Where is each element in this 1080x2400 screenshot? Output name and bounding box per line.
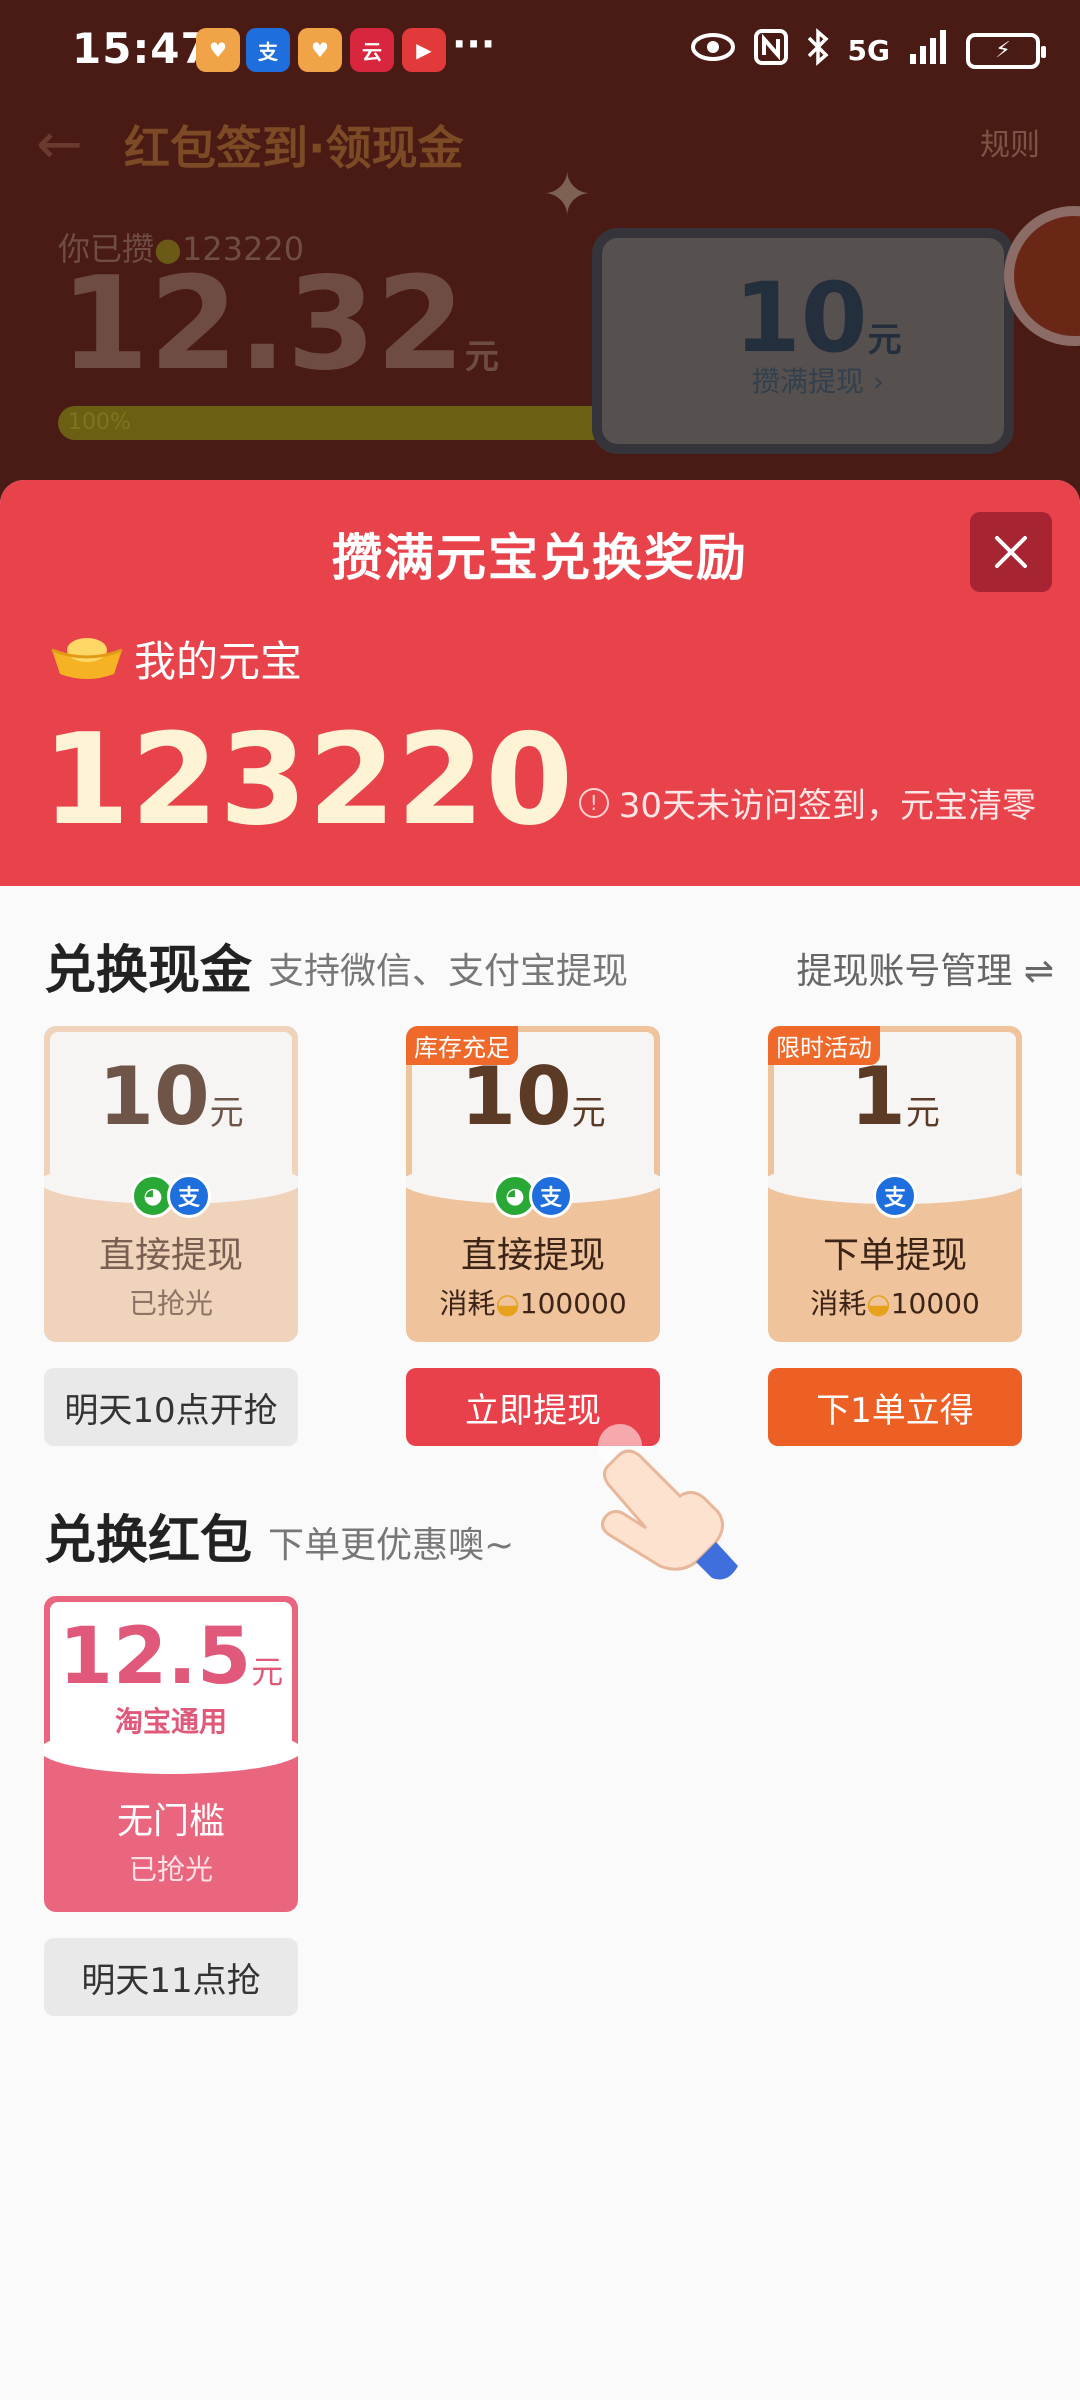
card-label: 直接提现: [460, 1235, 605, 1276]
bg-rules-link: 规则: [980, 128, 1040, 163]
pointing-hand-icon: [598, 1424, 738, 1580]
redpack-scope: 淘宝通用: [114, 1705, 227, 1738]
bg-amount: 12.32元: [60, 250, 499, 399]
taobao-app-icon-2: ♥: [298, 28, 342, 72]
bg-card-unit: 元: [867, 320, 902, 360]
signal-bars-icon: [908, 30, 948, 71]
sparkle-icon: ✦: [542, 160, 593, 230]
cost-prefix: 消耗: [810, 1287, 867, 1320]
expiry-notice-text: 30天未访问签到，元宝清零: [618, 786, 1036, 826]
card-cost: 消耗◒10000: [768, 1282, 1022, 1322]
redpack-amount-value: 12.5: [58, 1612, 252, 1702]
background-page: 15:47 ♥ 支 ♥ 云 ▶ ··· 5G ⚡ ← 红包签到·领现金 规则 你…: [0, 0, 1080, 520]
redpack-status: 已抢光: [128, 1853, 213, 1886]
cost-value: 100000: [519, 1287, 627, 1320]
cash-section-title: 兑换现金: [44, 941, 253, 1001]
bg-amount-unit: 元: [464, 337, 499, 377]
battery-charging-icon: ⚡: [966, 32, 1046, 69]
redpack-label: 无门槛: [116, 1801, 225, 1842]
cost-value: 10000: [890, 1287, 980, 1320]
cash-card-3[interactable]: 限时活动 1元 支 下单提现 消耗◒10000: [768, 1026, 1022, 1342]
modal-title: 攒满元宝兑换奖励: [332, 529, 748, 587]
payment-methods: ◕ 支: [406, 1174, 660, 1218]
redpack-card[interactable]: 12.5元 淘宝通用 无门槛 已抢光: [44, 1596, 298, 1912]
card-label: 直接提现: [98, 1235, 243, 1276]
redpack-section-subtitle: 下单更优惠噢~: [268, 1525, 515, 1566]
stock-badge: 库存充足: [406, 1026, 518, 1065]
small-ingot-icon: ◒: [495, 1287, 520, 1320]
small-ingot-icon: ◒: [866, 1287, 891, 1320]
my-ingot-label: 我的元宝: [134, 637, 303, 686]
card-status: 已抢光: [128, 1287, 213, 1320]
cash-section-subtitle: 支持微信、支付宝提现: [268, 951, 629, 992]
order-withdraw-button[interactable]: 下1单立得: [768, 1368, 1022, 1446]
bg-amount-value: 12.32: [60, 250, 465, 399]
bg-progress-bar: 100%: [58, 406, 618, 440]
limited-activity-badge: 限时活动: [768, 1026, 880, 1065]
close-icon: [995, 536, 1027, 568]
cost-prefix: 消耗: [439, 1287, 496, 1320]
nfc-icon: [753, 29, 788, 72]
redpack-amount: 12.5元: [44, 1612, 298, 1702]
back-arrow-icon: ←: [36, 112, 83, 177]
status-right-icons: 5G ⚡: [690, 28, 1046, 73]
video-app-icon: ▶: [402, 28, 446, 72]
cash-card-2[interactable]: 库存充足 10元 ◕ 支 直接提现 消耗◒100000: [406, 1026, 660, 1342]
bg-card-amount-value: 10: [734, 262, 868, 374]
alipay-icon: 支: [167, 1174, 211, 1218]
open-tomorrow-10-button[interactable]: 明天10点开抢: [44, 1368, 298, 1446]
eye-icon: [690, 32, 736, 69]
bg-page-title: 红包签到·领现金: [124, 121, 464, 175]
status-bar: 15:47 ♥ 支 ♥ 云 ▶ ··· 5G ⚡: [0, 0, 1080, 100]
redpack-amount-unit: 元: [251, 1653, 284, 1691]
exchange-modal: 攒满元宝兑换奖励 我的元宝 123220 ! 30天未访问签到，元宝清零 兑换现…: [0, 480, 1080, 2400]
open-tomorrow-11-button[interactable]: 明天11点抢: [44, 1938, 298, 2016]
card-amount-unit: 元: [571, 1093, 606, 1133]
cloudpay-app-icon: 云: [350, 28, 394, 72]
expiry-notice: ! 30天未访问签到，元宝清零: [578, 778, 1036, 827]
cash-card-1[interactable]: 10元 ◕ 支 直接提现 已抢光: [44, 1026, 298, 1342]
my-ingot-value: 123220: [42, 706, 575, 853]
status-time: 15:47: [72, 24, 211, 73]
redpack-section-title: 兑换红包: [44, 1511, 253, 1571]
card-amount-unit: 元: [209, 1093, 244, 1133]
payment-methods: 支: [768, 1174, 1022, 1218]
withdraw-account-link[interactable]: 提现账号管理 ⇌: [796, 942, 1054, 994]
alipay-icon: 支: [529, 1174, 573, 1218]
bg-card-action: 攒满提现 ›: [752, 365, 885, 398]
more-notifications-icon: ···: [452, 22, 496, 66]
bg-card-amount: 10元: [734, 262, 902, 374]
bowl-decoration-icon: [1004, 206, 1080, 346]
modal-body: 兑换现金 支持微信、支付宝提现 提现账号管理 ⇌ 10元 ◕ 支 直接提现 已抢…: [0, 886, 1080, 2400]
alipay-icon: 支: [873, 1174, 917, 1218]
payment-methods: ◕ 支: [44, 1174, 298, 1218]
alipay-app-icon: 支: [246, 28, 290, 72]
card-amount-value: 10: [98, 1050, 210, 1143]
card-amount-unit: 元: [905, 1093, 940, 1133]
modal-header: 攒满元宝兑换奖励 我的元宝 123220 ! 30天未访问签到，元宝清零: [0, 480, 1080, 886]
taobao-app-icon: ♥: [196, 28, 240, 72]
signal-5g-label: 5G: [847, 34, 890, 67]
card-cost: 消耗◒100000: [406, 1282, 660, 1322]
info-icon: !: [578, 787, 609, 818]
close-button[interactable]: [970, 512, 1052, 592]
bg-withdraw-card: 10元 攒满提现 ›: [592, 228, 1014, 454]
gold-ingot-icon: [51, 638, 123, 679]
bluetooth-icon: [806, 28, 830, 73]
card-label: 下单提现: [822, 1235, 967, 1276]
card-amount: 10元: [44, 1050, 298, 1143]
